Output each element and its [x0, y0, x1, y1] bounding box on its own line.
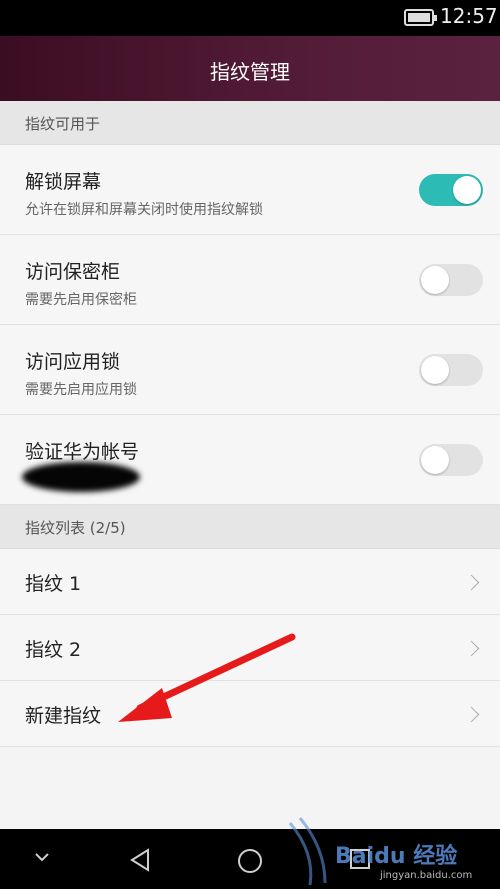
setting-title: 访问保密柜	[25, 261, 121, 283]
status-bar: 12:57	[0, 0, 500, 36]
battery-icon	[404, 9, 437, 26]
new-fingerprint-label: 新建指纹	[25, 705, 102, 727]
setting-unlock-screen[interactable]: 解锁屏幕 允许在锁屏和屏幕关闭时使用指纹解锁	[0, 145, 500, 235]
section-header-fingerprint-list: 指纹列表 (2/5)	[0, 505, 500, 549]
fingerprint-label: 指纹 1	[25, 573, 82, 595]
chevron-right-icon	[463, 574, 480, 591]
safe-box-toggle[interactable]	[419, 264, 483, 296]
watermark-url: jingyan.baidu.com	[380, 870, 473, 881]
redacted-account-number	[22, 462, 140, 492]
chevron-right-icon	[463, 706, 480, 723]
chevron-down-icon[interactable]	[34, 851, 50, 863]
annotation-arrow-icon	[118, 633, 296, 722]
watermark-logo: Baidu 经验	[335, 844, 458, 869]
setting-subtitle: 需要先启用应用锁	[25, 382, 137, 398]
setting-subtitle: 需要先启用保密柜	[25, 292, 137, 308]
page-title: 指纹管理	[210, 60, 290, 84]
home-icon[interactable]	[236, 847, 264, 875]
unlock-screen-toggle[interactable]	[419, 174, 483, 206]
back-icon[interactable]	[128, 847, 152, 873]
app-bar: 指纹管理	[0, 36, 500, 101]
setting-title: 解锁屏幕	[25, 171, 102, 193]
fingerprint-item[interactable]: 指纹 1	[0, 549, 500, 615]
section-label: 指纹列表 (2/5)	[25, 519, 126, 537]
status-time: 12:57	[440, 4, 498, 28]
setting-title: 验证华为帐号	[25, 441, 140, 463]
fingerprint-label: 指纹 2	[25, 639, 82, 661]
chevron-right-icon	[463, 640, 480, 657]
huawei-account-toggle[interactable]	[419, 444, 483, 476]
baidu-watermark: Baidu 经验 jingyan.baidu.com	[285, 808, 495, 888]
app-lock-toggle[interactable]	[419, 354, 483, 386]
setting-app-lock[interactable]: 访问应用锁 需要先启用应用锁	[0, 325, 500, 415]
section-header-usage: 指纹可用于	[0, 101, 500, 145]
section-label: 指纹可用于	[25, 115, 101, 133]
setting-title: 访问应用锁	[25, 351, 121, 373]
setting-subtitle: 允许在锁屏和屏幕关闭时使用指纹解锁	[25, 202, 263, 218]
setting-safe-box[interactable]: 访问保密柜 需要先启用保密柜	[0, 235, 500, 325]
